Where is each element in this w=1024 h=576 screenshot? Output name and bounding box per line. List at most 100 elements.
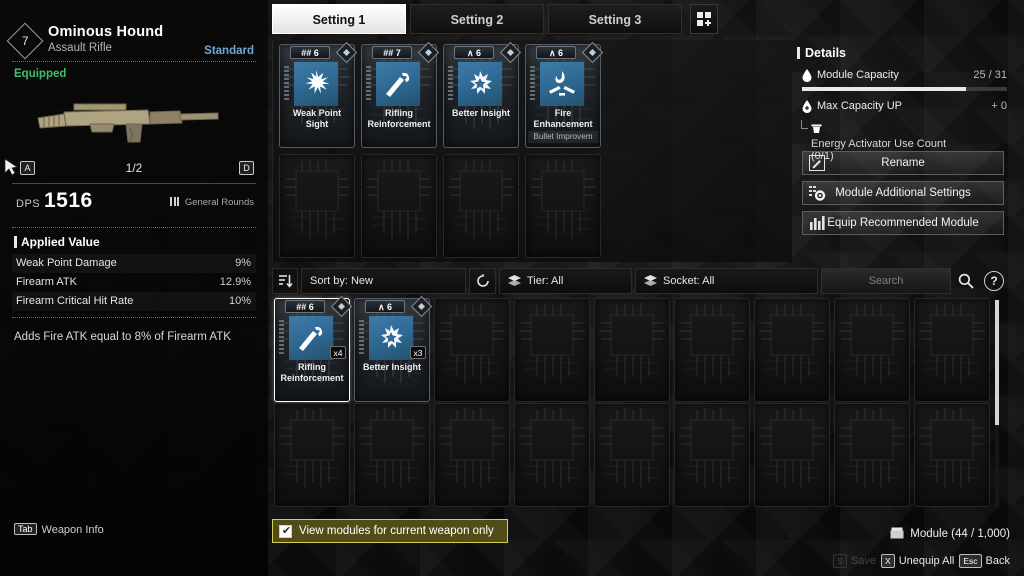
inventory-cell[interactable]: [752, 403, 832, 507]
module-slot-empty[interactable]: [525, 154, 601, 258]
circuit-pattern: [359, 408, 425, 488]
divider-dotted-3: [12, 317, 256, 318]
module-slot-empty[interactable]: [434, 403, 510, 507]
module-name: Weak Point Sight: [292, 108, 342, 129]
inventory-cell[interactable]: [752, 298, 832, 402]
circuit-pattern: [599, 303, 665, 383]
circuit-pattern: [919, 303, 985, 383]
inventory-cell[interactable]: ∧ 6 x3 Better Insight: [352, 295, 433, 402]
module-slot-empty[interactable]: [594, 403, 670, 507]
module-capacity-tag: ∧ 6: [454, 46, 494, 59]
key-hint-save[interactable]: S Save: [833, 554, 876, 568]
burst-icon: [305, 70, 330, 94]
dps-row: DPS 1516 General Rounds: [0, 184, 268, 220]
key-hint-back[interactable]: Esc Back: [959, 554, 1010, 568]
inventory-cell[interactable]: [512, 403, 592, 507]
reset-filters-button[interactable]: [469, 268, 496, 294]
module-card[interactable]: ∧ 6 Fire Enhancement Bullet Improvem: [525, 41, 604, 148]
inventory-cell[interactable]: [432, 298, 512, 402]
checkbox-box[interactable]: [279, 524, 293, 538]
dps-value: 1516: [44, 189, 93, 212]
equipped-modules-panel: ## 6 Weak Point Sight ## 7 Rifling Reinforc…: [272, 40, 792, 262]
module-slot-empty[interactable]: [914, 298, 990, 402]
sort-by-dropdown[interactable]: Sort by: New: [301, 268, 466, 294]
flame-blade-icon: [549, 71, 575, 96]
help-button[interactable]: ?: [984, 271, 1004, 291]
tab-setting-1[interactable]: Setting 1: [272, 4, 406, 34]
module-capacity-tag: ## 7: [372, 46, 412, 59]
scrollbar-thumb[interactable]: [995, 300, 999, 425]
module-capacity-label: Module Capacity: [817, 69, 899, 81]
inventory-scrollbar[interactable]: [995, 300, 999, 508]
activator-icon: [811, 124, 822, 133]
module-card[interactable]: ∧ 6 x3 Better Insight: [354, 295, 433, 402]
module-icon: [458, 62, 502, 106]
search-button[interactable]: [953, 268, 979, 294]
inventory-cell[interactable]: [832, 298, 912, 402]
tab-setting-3[interactable]: Setting 3: [548, 4, 682, 34]
tab-setting-2[interactable]: Setting 2: [410, 4, 544, 34]
circuit-pattern: [439, 408, 505, 488]
module-count-label: Module (44 / 1,000): [910, 528, 1010, 540]
inventory-cell[interactable]: [832, 403, 912, 507]
module-card[interactable]: ∧ 6 Better Insight: [443, 41, 522, 148]
module-slot-empty[interactable]: [674, 403, 750, 507]
current-weapon-filter-checkbox[interactable]: View modules for current weapon only: [272, 519, 508, 543]
inventory-cell[interactable]: [272, 403, 352, 507]
sort-direction-button[interactable]: [272, 268, 298, 294]
sort-by-label: Sort by: New: [310, 275, 373, 287]
add-setting-button[interactable]: [690, 4, 718, 34]
setting-tabs: Setting 1 Setting 2 Setting 3: [272, 4, 718, 34]
module-slot-empty[interactable]: [434, 298, 510, 402]
module-additional-settings-button[interactable]: Module Additional Settings: [802, 181, 1004, 205]
module-slot-empty[interactable]: [514, 298, 590, 402]
prev-weapon-key[interactable]: A: [20, 161, 35, 175]
inventory-cell[interactable]: [592, 298, 672, 402]
weapon-info-hint[interactable]: Tab Weapon Info: [14, 523, 104, 536]
equip-recommended-module-button[interactable]: Equip Recommended Module: [802, 211, 1004, 235]
inventory-cell[interactable]: [912, 403, 992, 507]
module-card[interactable]: ## 6 Weak Point Sight: [279, 41, 358, 148]
stat-row: Firearm Critical Hit Rate 10%: [12, 292, 256, 311]
rename-button[interactable]: Rename: [802, 151, 1004, 175]
ammo-type: General Rounds: [170, 197, 254, 209]
inventory-cell[interactable]: ## 6 x4 Rifling Reinforcement: [272, 295, 353, 402]
socket-filter-dropdown[interactable]: Socket: All: [635, 268, 818, 294]
inventory-cell[interactable]: [912, 298, 992, 402]
socket-filter-label: Socket: All: [663, 275, 715, 287]
module-slot-empty[interactable]: [279, 154, 355, 258]
module-card[interactable]: ## 7 Rifling Reinforcement: [361, 41, 440, 148]
module-slot-empty[interactable]: [354, 403, 430, 507]
circuit-pattern: [839, 408, 905, 488]
module-slot-empty[interactable]: [754, 403, 830, 507]
next-weapon-key[interactable]: D: [239, 161, 254, 175]
module-quantity-badge: x4: [330, 346, 346, 359]
rename-label: Rename: [881, 157, 925, 169]
module-slot-empty[interactable]: [361, 154, 437, 258]
inventory-cell[interactable]: [512, 298, 592, 402]
tier-filter-dropdown[interactable]: Tier: All: [499, 268, 632, 294]
inventory-cell[interactable]: [672, 403, 752, 507]
module-slot-empty[interactable]: [514, 403, 590, 507]
module-slot-empty[interactable]: [834, 403, 910, 507]
inventory-cell[interactable]: [352, 403, 432, 507]
inventory-cell[interactable]: [672, 298, 752, 402]
stat-name: Firearm ATK: [16, 276, 77, 288]
inventory-cell[interactable]: [592, 403, 672, 507]
module-slot-empty[interactable]: [674, 298, 750, 402]
inventory-cell[interactable]: [432, 403, 512, 507]
module-card[interactable]: ## 6 x4 Rifling Reinforcement: [274, 295, 353, 402]
key-hint-unequip-all[interactable]: X Unequip All: [881, 554, 954, 568]
module-slot-empty[interactable]: [274, 403, 350, 507]
box-icon: [890, 527, 904, 539]
search-input[interactable]: Search: [821, 268, 951, 294]
module-slot-empty[interactable]: [754, 298, 830, 402]
module-slot-empty[interactable]: [914, 403, 990, 507]
module-slot-empty[interactable]: [443, 154, 519, 258]
tier-filter-label: Tier: All: [527, 275, 564, 287]
weapon-header: 7 Ominous Hound Assault Rifle Standard: [0, 0, 268, 60]
module-slot-empty[interactable]: [594, 298, 670, 402]
module-slot-empty[interactable]: [834, 298, 910, 402]
weapon-pager: A 1/2 D: [0, 158, 268, 180]
capacity-ladder-icon: [448, 66, 453, 102]
